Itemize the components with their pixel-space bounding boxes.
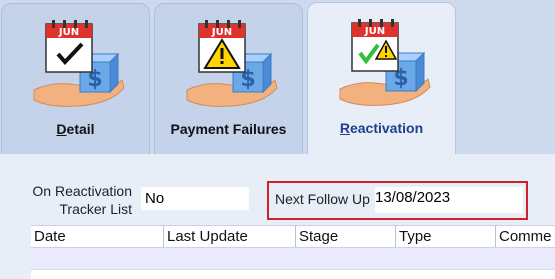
tab-bar: $ JUN Detail $ JUN Payment Failures $ JU… [0,0,555,155]
next-follow-up-label: Next Follow Up [275,191,370,207]
table-row[interactable] [31,270,555,279]
next-follow-up-highlight: Next Follow Up 13/08/2023 [267,181,528,220]
calendar-checkmark-money-icon: $ JUN [30,18,126,114]
next-follow-up-field[interactable]: 13/08/2023 [375,187,523,213]
tab-reactivation[interactable]: $ JUN Reactivation [307,2,456,155]
tab-detail[interactable]: $ JUN Detail [1,3,150,154]
calendar-check-warning-money-icon: $ JUN [336,17,432,113]
tab-payment-failures[interactable]: $ JUN Payment Failures [154,3,303,154]
column-header-last-update[interactable]: Last Update [164,226,296,247]
column-header-stage[interactable]: Stage [296,226,396,247]
column-header-date[interactable]: Date [31,226,164,247]
column-header-type[interactable]: Type [396,226,496,247]
svg-text:JUN: JUN [210,27,231,38]
tab-reactivation-label: Reactivation [339,120,424,136]
tab-detail-label: Detail [56,121,95,137]
reactivation-tracker-label: On Reactivation Tracker List [32,183,132,217]
reactivation-panel: On Reactivation Tracker List No Next Fol… [0,154,555,279]
grid-header: Date Last Update Stage Type Comme [31,225,555,248]
svg-text:JUN: JUN [57,27,78,38]
column-header-comments[interactable]: Comme [496,226,555,247]
table-row[interactable] [31,248,555,270]
reactivation-tracker-field[interactable]: No [141,187,249,210]
tab-payment-failures-label: Payment Failures [170,121,287,137]
calendar-warning-money-icon: $ JUN [183,18,279,114]
svg-text:JUN: JUN [363,26,384,37]
